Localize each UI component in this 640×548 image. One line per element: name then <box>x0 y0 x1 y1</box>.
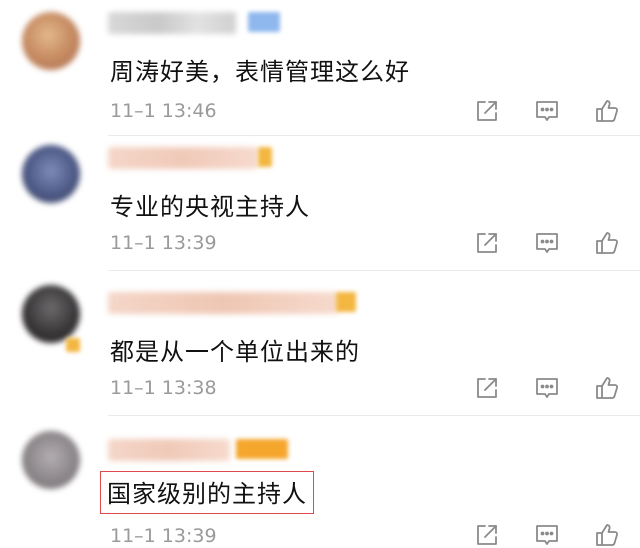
avatar[interactable] <box>22 145 80 203</box>
comment-text-highlighted: 国家级别的主持人 <box>100 471 314 514</box>
comment-icon[interactable] <box>534 375 560 401</box>
share-icon[interactable] <box>474 375 500 401</box>
share-icon[interactable] <box>474 522 500 548</box>
comment-actions <box>474 230 620 256</box>
avatar[interactable] <box>22 285 80 343</box>
username-blurred[interactable] <box>108 292 338 314</box>
comment-text: 专业的央视主持人 <box>110 193 310 221</box>
comment-icon[interactable] <box>534 230 560 256</box>
like-icon[interactable] <box>594 230 620 256</box>
badge <box>258 147 272 167</box>
like-icon[interactable] <box>594 522 620 548</box>
username-blurred[interactable] <box>108 147 258 169</box>
comment-item: 专业的央视主持人 11–1 13:39 <box>0 135 640 270</box>
comment-actions <box>474 522 620 548</box>
divider <box>108 135 640 136</box>
like-icon[interactable] <box>594 375 620 401</box>
comment-actions <box>474 98 620 124</box>
comment-text: 周涛好美，表情管理这么好 <box>110 58 410 86</box>
comment-item: 都是从一个单位出来的 11–1 13:38 <box>0 270 640 415</box>
like-icon[interactable] <box>594 98 620 124</box>
divider <box>108 270 640 271</box>
avatar-badge <box>66 338 80 352</box>
badge <box>336 292 356 312</box>
comment-time: 11–1 13:38 <box>110 377 217 399</box>
comment-item: 周涛好美，表情管理这么好 11–1 13:46 <box>0 0 640 135</box>
username-blurred[interactable] <box>108 12 236 34</box>
avatar[interactable] <box>22 431 80 489</box>
comment-text: 都是从一个单位出来的 <box>110 338 360 366</box>
share-icon[interactable] <box>474 230 500 256</box>
badge <box>248 12 280 32</box>
comment-item: 国家级别的主持人 11–1 13:39 <box>0 415 640 547</box>
share-icon[interactable] <box>474 98 500 124</box>
avatar[interactable] <box>22 12 80 70</box>
comment-icon[interactable] <box>534 522 560 548</box>
badge <box>236 439 288 459</box>
comment-time: 11–1 13:39 <box>110 232 217 254</box>
divider <box>108 415 640 416</box>
username-blurred[interactable] <box>108 439 230 461</box>
comment-icon[interactable] <box>534 98 560 124</box>
comment-time: 11–1 13:46 <box>110 100 217 122</box>
comment-time: 11–1 13:39 <box>110 525 217 547</box>
comment-actions <box>474 375 620 401</box>
